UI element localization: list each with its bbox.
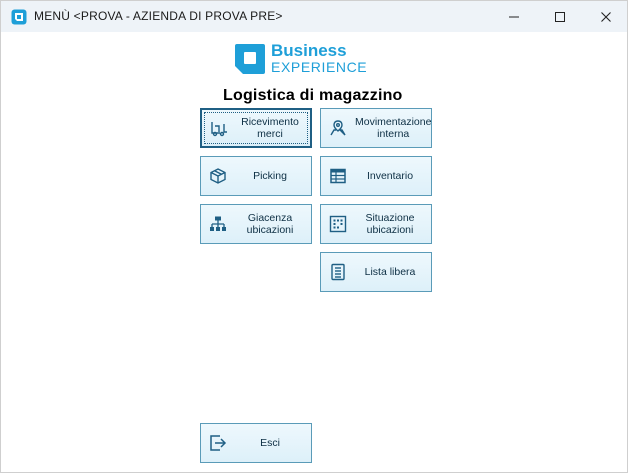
tile-label: Ricevimento merci	[241, 116, 299, 140]
tile-label: Picking	[253, 170, 287, 182]
dot-grid-icon	[321, 205, 355, 243]
business-experience-logo: Business EXPERIENCE	[233, 41, 383, 76]
box-icon	[201, 157, 235, 195]
logo-text-business: Business	[271, 41, 347, 60]
maximize-button[interactable]	[537, 1, 583, 32]
list-icon	[321, 253, 355, 291]
logo-text-experience: EXPERIENCE	[271, 59, 368, 75]
inventario-button[interactable]: Inventario	[320, 156, 432, 196]
exit-icon	[201, 424, 235, 462]
giacenza-ubicazioni-button[interactable]: Giacenza ubicazioni	[200, 204, 312, 244]
logo-mark-icon	[235, 44, 265, 74]
situazione-ubicazioni-button[interactable]: Situazione ubicazioni	[320, 204, 432, 244]
map-pin-icon	[321, 109, 355, 147]
tile-label: Giacenza ubicazioni	[246, 212, 294, 236]
minimize-icon	[509, 16, 519, 17]
tile-label: Inventario	[366, 170, 414, 182]
section-title: Logistica di magazzino	[223, 87, 403, 104]
minimize-button[interactable]	[491, 1, 537, 32]
tile-label: Situazione ubicazioni	[365, 212, 415, 236]
picking-button[interactable]: Picking	[200, 156, 312, 196]
close-icon	[601, 11, 611, 22]
tile-label: Movimentazione interna	[355, 116, 432, 140]
app-window: MENÙ <PROVA - AZIENDA DI PROVA PRE> Busi…	[0, 0, 628, 473]
close-button[interactable]	[583, 1, 628, 32]
title-bar[interactable]: MENÙ <PROVA - AZIENDA DI PROVA PRE>	[1, 1, 627, 32]
ricevimento-merci-button[interactable]: Ricevimento merci	[200, 108, 312, 148]
maximize-icon	[555, 11, 565, 22]
movimentazione-interna-button[interactable]: Movimentazione interna	[320, 108, 432, 148]
lista-libera-button[interactable]: Lista libera	[320, 252, 432, 292]
forklift-icon	[202, 109, 236, 147]
window-title: MENÙ <PROVA - AZIENDA DI PROVA PRE>	[34, 9, 283, 23]
table-icon	[321, 157, 355, 195]
tile-label: Lista libera	[364, 266, 416, 278]
hierarchy-icon	[201, 205, 235, 243]
esci-button[interactable]: Esci	[200, 423, 312, 463]
tile-label: Esci	[260, 437, 280, 449]
app-icon	[11, 9, 27, 25]
